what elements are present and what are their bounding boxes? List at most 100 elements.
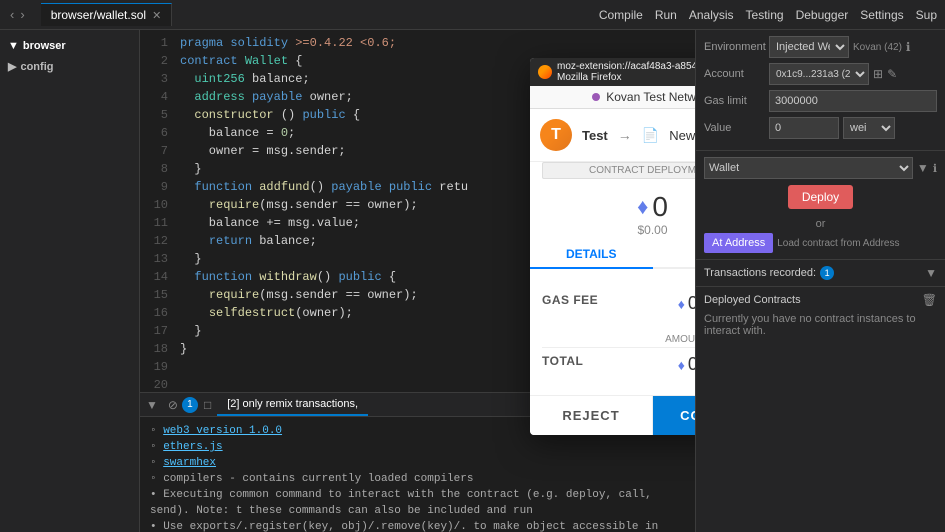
forward-arrow[interactable]: ›: [18, 7, 26, 22]
confirm-button[interactable]: CONFIRM: [653, 396, 695, 435]
environment-label: Environment: [704, 41, 769, 53]
environment-select[interactable]: Injected Web3: [769, 36, 849, 58]
log-line-4: ◦ compilers - contains currently loaded …: [150, 471, 685, 487]
metamask-modal: moz-extension://acaf48a3-a854...otificat…: [530, 58, 695, 435]
gas-fee-label: GAS FEE: [542, 293, 598, 307]
kovan-label: Kovan (42): [853, 42, 902, 53]
environment-section: Environment Injected Web3 Kovan (42) ℹ A…: [696, 30, 945, 151]
sup-btn[interactable]: Sup: [916, 8, 937, 22]
from-label: Test: [582, 128, 608, 143]
reject-button[interactable]: REJECT: [530, 396, 653, 435]
contract-select[interactable]: Wallet: [704, 157, 913, 179]
total-usd: $0.03: [678, 375, 695, 387]
transactions-label: Transactions recorded:: [704, 267, 816, 279]
total-row: TOTAL ♦ 0.000194 $0.03: [542, 347, 695, 387]
value-unit-select[interactable]: wei gwei ether: [843, 117, 895, 139]
back-arrow[interactable]: ‹: [8, 7, 16, 22]
eth-symbol-small-icon: ♦: [678, 296, 685, 312]
contract-info-icon: ℹ: [933, 162, 937, 175]
trash-icon[interactable]: 🗑: [922, 293, 937, 307]
compile-btn[interactable]: Compile: [599, 8, 643, 22]
transactions-header[interactable]: Transactions recorded: 1 ▼: [704, 266, 937, 280]
network-name: Kovan Test Network: [606, 90, 695, 104]
top-bar-right: Compile Run Analysis Testing Debugger Se…: [599, 8, 937, 22]
web3-link[interactable]: web3 version 1.0.0: [163, 425, 282, 437]
usd-amount: $0.00: [542, 223, 695, 237]
log-line-3: ◦ swarmhex: [150, 455, 685, 471]
deploy-button[interactable]: Deploy: [788, 185, 853, 209]
sidebar: ▼ browser ▶ config: [0, 30, 140, 532]
top-bar: ‹ › browser/wallet.sol ✕ Compile Run Ana…: [0, 0, 945, 30]
debugger-btn[interactable]: Debugger: [796, 8, 849, 22]
transactions-chevron-icon: ▼: [925, 266, 937, 280]
terminal-tab[interactable]: [2] only remix transactions,: [217, 393, 368, 416]
modal-titlebar: moz-extension://acaf48a3-a854...otificat…: [530, 58, 695, 86]
modal-title: moz-extension://acaf48a3-a854...otificat…: [557, 61, 695, 83]
total-value: ♦ 0.000194 $0.03: [678, 354, 695, 387]
run-btn[interactable]: Run: [655, 8, 677, 22]
deployed-empty-message: Currently you have no contract instances…: [704, 307, 937, 343]
tab-label: browser/wallet.sol: [51, 8, 146, 22]
log-line-5: • Executing common command to interact w…: [150, 487, 685, 519]
line-numbers: 12345 678910 1112131415 1617181920: [140, 30, 176, 392]
copy-icon[interactable]: ⊞: [873, 67, 883, 81]
metamask-logo: T: [540, 119, 572, 151]
tab-details[interactable]: DETAILS: [530, 241, 653, 269]
gas-fee-usd: $0.03: [678, 314, 695, 326]
sidebar-section-config[interactable]: ▶ config: [0, 54, 139, 75]
value-label: Value: [704, 122, 769, 134]
gas-limit-label: Gas limit: [704, 95, 769, 107]
eth-amount-value: 0: [652, 191, 668, 223]
value-input[interactable]: [769, 117, 839, 139]
at-address-row: At Address Load contract from Address: [704, 233, 937, 253]
contract-deployment-label: CONTRACT DEPLOYMENT: [542, 162, 695, 179]
sidebar-browser-label: browser: [23, 40, 66, 52]
contract-section: Wallet ▼ ℹ Deploy or At Address Load con…: [696, 151, 945, 260]
editor-tab[interactable]: browser/wallet.sol ✕: [41, 3, 173, 26]
edit-link[interactable]: EDIT: [542, 277, 695, 289]
transactions-section: Transactions recorded: 1 ▼: [696, 260, 945, 287]
testing-btn[interactable]: Testing: [746, 8, 784, 22]
swarm-link[interactable]: swarmhex: [163, 457, 216, 469]
close-icon[interactable]: ✕: [152, 9, 161, 22]
eth-amount-section: ♦ 0 $0.00: [530, 185, 695, 241]
modal-header: T Test → 📄 New Contract: [530, 109, 695, 162]
total-eth-symbol-icon: ♦: [678, 357, 685, 373]
transactions-count-badge: 1: [820, 266, 834, 280]
info-icon: ℹ: [906, 40, 911, 54]
terminal-icon-1: ▼: [140, 398, 164, 412]
deployed-section: Deployed Contracts 🗑 Currently you have …: [696, 287, 945, 349]
right-panel: Environment Injected Web3 Kovan (42) ℹ A…: [695, 30, 945, 532]
at-address-button[interactable]: At Address: [704, 233, 773, 253]
log-line-6: • Use exports/.register(key, obj)/.remov…: [150, 519, 685, 532]
modal-footer: REJECT CONFIRM: [530, 395, 695, 435]
nav-arrows[interactable]: ‹ ›: [8, 7, 27, 22]
load-contract-label: Load contract from Address: [777, 238, 899, 249]
terminal-icon-2: ⊘: [164, 398, 182, 412]
modal-body: EDIT GAS FEE ♦ 0.000194 $0.03 AMOUNT + G…: [530, 269, 695, 395]
firefox-icon: [538, 65, 552, 79]
file-icon: 📄: [642, 127, 659, 144]
gas-limit-input[interactable]: [769, 90, 937, 112]
gas-fee-eth-value: 0.000194: [688, 293, 695, 314]
deployed-header: Deployed Contracts 🗑: [704, 293, 937, 307]
account-label: Account: [704, 68, 769, 80]
sidebar-section-browser[interactable]: ▼ browser: [0, 34, 139, 54]
main-layout: ▼ browser ▶ config 12345 678910 11121314…: [0, 30, 945, 532]
ethers-link[interactable]: ethers.js: [163, 441, 222, 453]
eth-symbol-icon: ♦: [637, 194, 648, 220]
chevron-down-icon: ▼: [917, 161, 929, 175]
gas-fee-row: GAS FEE ♦ 0.000194 $0.03: [542, 293, 695, 326]
account-select[interactable]: 0x1c9...231a3 (2.99813089 ether): [769, 63, 869, 85]
log-line-2: ◦ ethers.js: [150, 439, 685, 455]
analysis-btn[interactable]: Analysis: [689, 8, 734, 22]
total-label: TOTAL: [542, 354, 583, 368]
total-eth-value: 0.000194: [688, 354, 695, 375]
edit-account-icon[interactable]: ✎: [887, 67, 897, 81]
code-line-1: pragma solidity >=0.4.22 <0.6;: [176, 34, 695, 52]
tab-data[interactable]: DATA: [653, 241, 696, 267]
settings-btn[interactable]: Settings: [860, 8, 903, 22]
editor-area: 12345 678910 1112131415 1617181920 pragm…: [140, 30, 695, 532]
gas-fee-value: ♦ 0.000194 $0.03: [678, 293, 695, 326]
to-label: New Contract: [669, 128, 695, 143]
